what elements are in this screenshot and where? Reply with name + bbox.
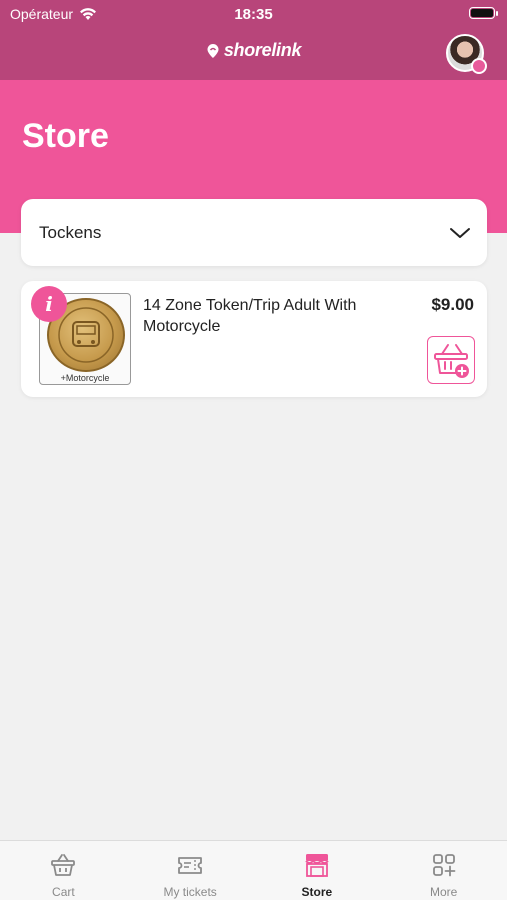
product-name: 14 Zone Token/Trip Adult With Motorcycle — [143, 297, 357, 335]
category-select[interactable]: Tockens — [21, 199, 487, 266]
product-image-caption: +Motorcycle — [60, 373, 110, 383]
store-icon — [305, 854, 329, 877]
tab-cart-label: Cart — [52, 885, 75, 899]
status-bar: Opérateur 18:35 — [0, 0, 507, 30]
info-icon[interactable]: i — [31, 286, 67, 322]
product-card[interactable]: +Motorcycle i 14 Zone Token/Trip Adult W… — [21, 281, 487, 397]
battery-icon — [469, 7, 498, 19]
bottom-tab-bar: Cart My tickets Store More — [0, 840, 507, 900]
app-logo: shorelink — [0, 40, 507, 61]
tab-my-tickets[interactable]: My tickets — [127, 841, 254, 900]
user-avatar[interactable] — [446, 34, 487, 74]
page-title: Store — [22, 117, 109, 155]
grid-plus-icon — [432, 854, 456, 877]
tab-my-tickets-label: My tickets — [163, 885, 217, 899]
tab-more[interactable]: More — [380, 841, 507, 900]
shorelink-mark-icon — [207, 43, 219, 58]
basket-add-icon — [434, 344, 469, 378]
basket-icon — [51, 854, 76, 876]
tab-store[interactable]: Store — [254, 841, 381, 900]
status-time: 18:35 — [234, 6, 273, 23]
add-to-cart-button[interactable] — [427, 336, 475, 384]
chevron-down-icon — [450, 227, 470, 238]
crown-badge-icon — [471, 58, 487, 74]
app-header: Opérateur 18:35 shorelink — [0, 0, 507, 80]
ticket-icon — [178, 857, 203, 874]
product-price: $9.00 — [431, 295, 474, 314]
tab-store-label: Store — [301, 885, 333, 899]
category-select-value: Tockens — [39, 222, 102, 242]
tab-cart[interactable]: Cart — [0, 841, 127, 900]
tab-more-label: More — [429, 885, 458, 899]
logo-text: shorelink — [223, 40, 302, 60]
